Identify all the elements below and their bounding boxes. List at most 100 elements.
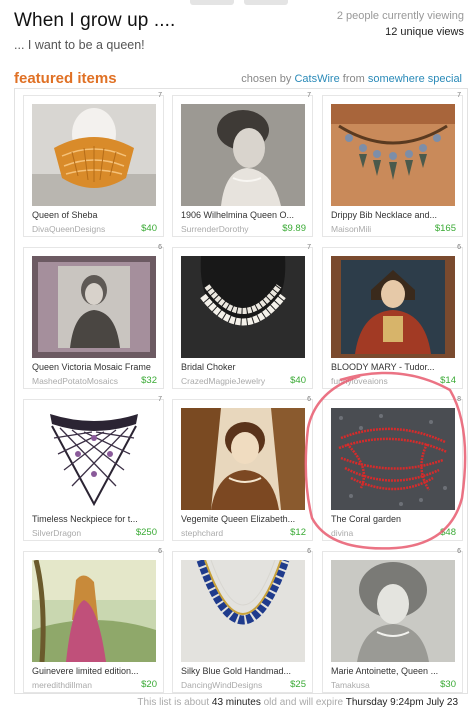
page-subtitle: ... I want to be a queen! bbox=[14, 38, 145, 52]
item-thumbnail[interactable] bbox=[181, 256, 305, 358]
item-rank: 7 bbox=[307, 92, 311, 99]
item-price: $32 bbox=[141, 375, 157, 386]
item-title[interactable]: BLOODY MARY - Tudor... bbox=[331, 362, 459, 372]
item-card[interactable]: 7 Queen of Sheba DivaQueenDesigns $40 bbox=[23, 92, 164, 237]
item-seller[interactable]: divina bbox=[331, 528, 353, 538]
guinevere-art-image bbox=[32, 560, 156, 662]
item-rank: 6 bbox=[307, 396, 311, 403]
bib-necklace-image bbox=[331, 104, 455, 206]
from-word: from bbox=[342, 73, 365, 85]
pearl-choker-image bbox=[181, 256, 305, 358]
item-card[interactable]: 6 Queen Victoria Mosaic Frame MashedPota… bbox=[23, 244, 164, 389]
item-rank: 7 bbox=[158, 396, 162, 403]
item-thumbnail[interactable] bbox=[32, 104, 156, 206]
item-rank: 6 bbox=[457, 244, 461, 251]
item-title[interactable]: Guinevere limited edition... bbox=[32, 666, 160, 676]
item-thumbnail[interactable] bbox=[32, 256, 156, 358]
view-stats: 2 people currently viewing 12 unique vie… bbox=[337, 10, 464, 38]
item-title[interactable]: Drippy Bib Necklace and... bbox=[331, 210, 459, 220]
list-age: 43 minutes bbox=[211, 697, 261, 708]
item-seller[interactable]: DivaQueenDesigns bbox=[32, 224, 105, 234]
item-card[interactable]: 6 Guinevere limited edition... meredithd… bbox=[23, 548, 164, 693]
item-thumbnail[interactable] bbox=[181, 104, 305, 206]
list-expiry: This list is about 43 minutes old and wi… bbox=[137, 697, 458, 708]
item-title[interactable]: Queen Victoria Mosaic Frame bbox=[32, 362, 160, 372]
item-card[interactable]: 6 Silky Blue Gold Handmad... DancingWind… bbox=[172, 548, 313, 693]
item-title[interactable]: Queen of Sheba bbox=[32, 210, 160, 220]
tudor-portrait-image bbox=[331, 256, 455, 358]
item-seller[interactable]: DancingWindDesigns bbox=[181, 680, 262, 690]
item-seller[interactable]: Tamakusa bbox=[331, 680, 370, 690]
item-seller[interactable]: CrazedMagpieJewelry bbox=[181, 376, 265, 386]
item-card[interactable]: 7 Bridal Choker CrazedMagpieJewelry $40 bbox=[172, 244, 313, 389]
expiry-time: Thursday 9:24pm July 23 bbox=[345, 697, 458, 708]
item-price: $165 bbox=[434, 223, 456, 234]
item-card[interactable]: 7 1906 Wilhelmina Queen O... SurrenderDo… bbox=[172, 92, 313, 237]
item-price: $9.89 bbox=[282, 223, 306, 234]
footer-prefix: This list is about bbox=[137, 697, 210, 708]
item-title[interactable]: Timeless Neckpiece for t... bbox=[32, 514, 160, 524]
beaded-collar-image bbox=[32, 104, 156, 206]
item-seller[interactable]: SurrenderDorothy bbox=[181, 224, 249, 234]
item-rank: 7 bbox=[457, 92, 461, 99]
item-rank: 6 bbox=[158, 244, 162, 251]
item-seller[interactable]: stephchard bbox=[181, 528, 223, 538]
item-rank: 6 bbox=[307, 548, 311, 555]
mosaic-frame-image bbox=[32, 256, 156, 358]
item-title[interactable]: 1906 Wilhelmina Queen O... bbox=[181, 210, 309, 220]
footer-middle: old and will expire bbox=[263, 697, 344, 708]
location-link[interactable]: somewhere special bbox=[368, 73, 462, 85]
item-thumbnail[interactable] bbox=[32, 408, 156, 510]
viewing-count: 2 people currently viewing bbox=[336, 10, 464, 22]
item-rank: 6 bbox=[457, 548, 461, 555]
item-title[interactable]: Vegemite Queen Elizabeth... bbox=[181, 514, 309, 524]
featured-bar: featured items chosen by CatsWire from s… bbox=[14, 70, 464, 88]
item-card[interactable]: 7 Drippy Bib Necklace and... MaisonMili … bbox=[322, 92, 463, 237]
item-price: $30 bbox=[440, 679, 456, 690]
item-thumbnail[interactable] bbox=[181, 408, 305, 510]
item-thumbnail[interactable] bbox=[331, 256, 455, 358]
item-card[interactable]: 7 Timeless Neckpiece for t... SilverDrag… bbox=[23, 396, 164, 541]
item-rank: 8 bbox=[457, 396, 461, 403]
top-tab[interactable] bbox=[244, 0, 288, 5]
item-thumbnail[interactable] bbox=[181, 560, 305, 662]
chosen-prefix: chosen by bbox=[241, 73, 292, 85]
item-price: $12 bbox=[290, 527, 306, 538]
featured-heading: featured items bbox=[14, 70, 117, 87]
item-rank: 7 bbox=[307, 244, 311, 251]
item-rank: 7 bbox=[158, 92, 162, 99]
treasury-header: When I grow up .... ... I want to be a q… bbox=[14, 10, 464, 60]
item-thumbnail[interactable] bbox=[331, 104, 455, 206]
item-card[interactable]: 6 BLOODY MARY - Tudor... funnyloveaions … bbox=[322, 244, 463, 389]
item-card[interactable]: 6 Vegemite Queen Elizabeth... stephchard… bbox=[172, 396, 313, 541]
item-title[interactable]: Bridal Choker bbox=[181, 362, 309, 372]
unique-views: 12 unique views bbox=[385, 26, 464, 38]
item-title[interactable]: Silky Blue Gold Handmad... bbox=[181, 666, 309, 676]
item-seller[interactable]: MashedPotatoMosaics bbox=[32, 376, 118, 386]
coral-necklace-image bbox=[331, 408, 455, 510]
item-thumbnail[interactable] bbox=[331, 408, 455, 510]
item-price: $40 bbox=[141, 223, 157, 234]
top-tab[interactable] bbox=[190, 0, 234, 5]
item-price: $48 bbox=[440, 527, 456, 538]
item-price: $25 bbox=[290, 679, 306, 690]
item-price: $40 bbox=[290, 375, 306, 386]
item-title[interactable]: Marie Antoinette, Queen ... bbox=[331, 666, 459, 676]
item-seller[interactable]: MaisonMili bbox=[331, 224, 371, 234]
item-price: $20 bbox=[141, 679, 157, 690]
item-title[interactable]: The Coral garden bbox=[331, 514, 459, 524]
vegemite-queen-image bbox=[181, 408, 305, 510]
net-neckpiece-image bbox=[32, 408, 156, 510]
blue-gold-necklace-image bbox=[181, 560, 305, 662]
item-price: $14 bbox=[440, 375, 456, 386]
item-seller[interactable]: SilverDragon bbox=[32, 528, 81, 538]
item-seller[interactable]: meredithdillman bbox=[32, 680, 92, 690]
item-seller[interactable]: funnyloveaions bbox=[331, 376, 388, 386]
top-tabs bbox=[190, 0, 290, 6]
item-thumbnail[interactable] bbox=[331, 560, 455, 662]
item-card[interactable]: 6 Marie Antoinette, Queen ... Tamakusa $… bbox=[322, 548, 463, 693]
item-card[interactable]: 8 The Coral garden divina $48 bbox=[322, 396, 463, 541]
curator-link[interactable]: CatsWire bbox=[294, 73, 339, 85]
item-thumbnail[interactable] bbox=[32, 560, 156, 662]
item-price: $250 bbox=[135, 527, 157, 538]
